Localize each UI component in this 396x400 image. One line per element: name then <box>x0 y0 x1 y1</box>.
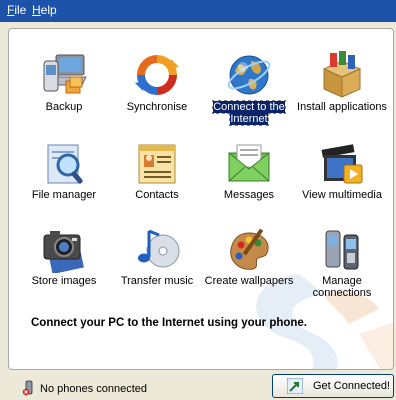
tile-install-applications[interactable]: Install applications <box>294 51 390 133</box>
tile-manage-connections-label: Manage connections <box>312 275 372 299</box>
sync-icon <box>133 51 181 99</box>
status-message: Connect your PC to the Internet using yo… <box>31 317 308 329</box>
get-connected-label: Get Connected! <box>313 380 391 392</box>
tile-synchronise[interactable]: Synchronise <box>109 51 205 133</box>
phone-disconnected-icon <box>22 380 36 396</box>
tile-synchronise-label: Synchronise <box>126 101 188 113</box>
tile-store-images-label: Store images <box>31 275 97 287</box>
menu-help[interactable]: Help <box>29 3 60 18</box>
tile-contacts-label: Contacts <box>135 189 179 201</box>
tile-connect-internet-label-text: Connect to the Internet <box>212 100 286 126</box>
file-manager-icon <box>40 139 88 187</box>
tile-install-applications-label: Install applications <box>297 101 387 113</box>
camera-icon <box>40 225 88 273</box>
palette-icon <box>225 225 273 273</box>
tile-manage-connections[interactable]: Manage connections <box>294 225 390 307</box>
get-connected-button[interactable]: Get Connected! <box>272 374 394 398</box>
menu-file-rest: ile <box>14 3 27 17</box>
globe-icon <box>225 51 273 99</box>
multimedia-icon <box>318 139 366 187</box>
contacts-icon <box>133 139 181 187</box>
menu-help-accel: H <box>32 3 41 17</box>
main-panel: Backup Synchronise Connect to the Intern… <box>8 28 394 370</box>
tile-transfer-music[interactable]: Transfer music <box>109 225 205 307</box>
connect-arrow-icon <box>286 377 304 395</box>
tile-file-manager-label: File manager <box>31 189 97 201</box>
tile-messages[interactable]: Messages <box>201 139 297 221</box>
tile-backup-label: Backup <box>45 101 83 113</box>
backup-icon <box>40 51 88 99</box>
tile-create-wallpapers-label: Create wallpapers <box>204 275 294 287</box>
status-bar: No phones connected Get Connected! <box>0 372 396 400</box>
menu-file[interactable]: File <box>4 3 29 18</box>
tile-connect-internet-label: Connect to the Internet <box>201 100 297 126</box>
menu-bar: File Help <box>0 0 396 22</box>
tile-backup[interactable]: Backup <box>16 51 112 133</box>
tile-create-wallpapers[interactable]: Create wallpapers <box>201 225 297 307</box>
tile-transfer-music-label: Transfer music <box>120 275 194 287</box>
phones-icon <box>318 225 366 273</box>
install-icon <box>318 51 366 99</box>
phone-status-text: No phones connected <box>40 383 148 395</box>
tile-view-multimedia[interactable]: View multimedia <box>294 139 390 221</box>
menu-help-rest: elp <box>40 3 57 17</box>
music-icon <box>133 225 181 273</box>
messages-icon <box>225 139 273 187</box>
tile-store-images[interactable]: Store images <box>16 225 112 307</box>
tile-contacts[interactable]: Contacts <box>109 139 205 221</box>
tile-connect-internet[interactable]: Connect to the Internet <box>201 51 297 133</box>
tile-messages-label: Messages <box>223 189 275 201</box>
tile-file-manager[interactable]: File manager <box>16 139 112 221</box>
tile-view-multimedia-label: View multimedia <box>302 189 382 201</box>
